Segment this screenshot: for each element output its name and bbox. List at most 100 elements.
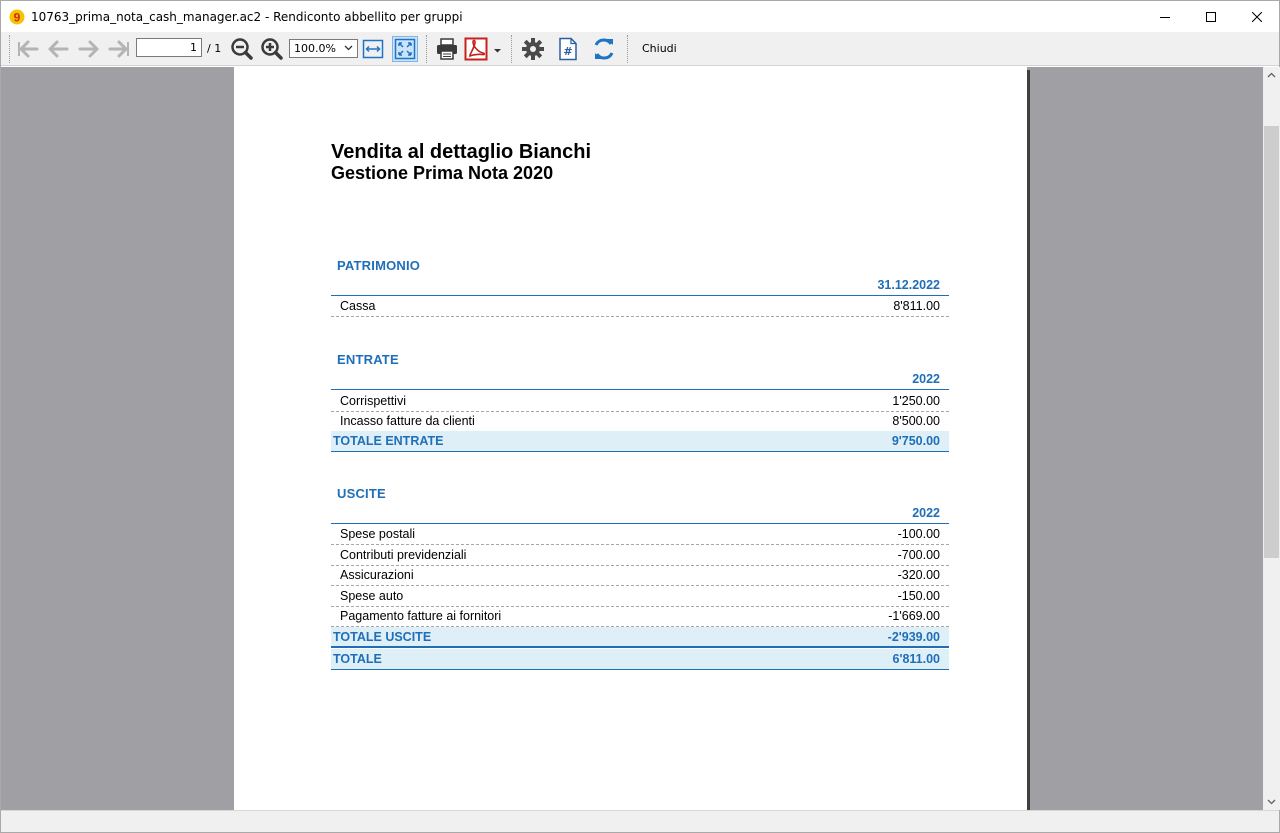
fit-page-button[interactable] <box>392 36 418 62</box>
page-number-input[interactable]: 1 <box>136 38 202 57</box>
table-row: Spese postali -100.00 <box>331 524 949 545</box>
first-page-icon <box>18 40 39 58</box>
refresh-button[interactable] <box>591 36 617 62</box>
chevron-down-icon <box>344 45 353 51</box>
grand-total-value: 6'811.00 <box>892 652 940 666</box>
vertical-scrollbar[interactable] <box>1263 67 1280 810</box>
svg-text:9: 9 <box>14 10 21 24</box>
print-icon <box>437 38 457 60</box>
zoom-out-button[interactable] <box>229 36 255 62</box>
row-label: Contributi previdenziali <box>340 548 467 562</box>
report-page: Vendita al dettaglio Bianchi Gestione Pr… <box>234 67 1027 810</box>
page-number-icon: # <box>559 37 577 61</box>
column-header-year: 2022 <box>912 372 940 386</box>
row-label: Pagamento fatture ai fornitori <box>340 609 502 623</box>
refresh-icon <box>594 38 614 60</box>
pdf-options-dropdown[interactable] <box>493 42 502 60</box>
toolbar-grip <box>9 35 12 63</box>
application-window: 9 10763_prima_nota_cash_manager.ac2 - Re… <box>0 0 1280 833</box>
table-row: Cassa 8'811.00 <box>331 296 949 317</box>
settings-button[interactable] <box>520 36 546 62</box>
last-page-icon <box>108 40 129 58</box>
report-company: Vendita al dettaglio Bianchi <box>331 141 592 163</box>
total-value: -2'939.00 <box>887 630 940 644</box>
column-header-year: 2022 <box>912 506 940 520</box>
zoom-value: 100.0% <box>294 42 336 55</box>
grand-total-row: TOTALE 6'811.00 <box>331 649 949 670</box>
zoom-in-icon <box>261 38 283 60</box>
pdf-icon <box>464 37 488 61</box>
row-value: 1'250.00 <box>892 394 940 408</box>
maximize-button[interactable] <box>1188 1 1234 32</box>
grand-total-label: TOTALE <box>333 652 382 666</box>
chevron-up-icon <box>1267 72 1276 78</box>
last-page-button[interactable] <box>106 36 132 62</box>
row-value: -700.00 <box>897 548 940 562</box>
section-title-patrimonio: PATRIMONIO <box>337 258 421 273</box>
next-page-button[interactable] <box>76 36 102 62</box>
toolbar-separator <box>511 35 514 63</box>
column-header: 31.12.2022 <box>331 275 949 296</box>
close-preview-button[interactable]: Chiudi <box>637 41 682 56</box>
row-label: Cassa <box>340 299 376 313</box>
column-header-date: 31.12.2022 <box>877 278 940 292</box>
total-row-uscite: TOTALE USCITE -2'939.00 <box>331 627 949 648</box>
row-value: -320.00 <box>897 568 940 582</box>
close-button[interactable] <box>1234 1 1280 32</box>
previous-page-button[interactable] <box>45 36 71 62</box>
total-label: TOTALE USCITE <box>333 630 432 644</box>
settings-icon <box>522 38 544 60</box>
column-header: 2022 <box>331 369 949 390</box>
chevron-down-icon <box>1267 799 1276 805</box>
minimize-icon <box>1160 16 1170 18</box>
window-title: 10763_prima_nota_cash_manager.ac2 - Rend… <box>31 9 463 24</box>
scroll-down-button[interactable] <box>1263 793 1280 810</box>
scrollbar-thumb[interactable] <box>1264 126 1279 558</box>
toolbar-separator <box>627 35 630 63</box>
next-page-icon <box>78 40 99 58</box>
fit-page-icon <box>394 38 416 60</box>
row-label: Spese auto <box>340 589 404 603</box>
section-title-uscite: USCITE <box>337 486 386 501</box>
status-bar <box>1 810 1279 832</box>
total-row-entrate: TOTALE ENTRATE 9'750.00 <box>331 431 949 452</box>
first-page-button[interactable] <box>15 36 41 62</box>
fit-width-icon <box>362 39 384 59</box>
report-subtitle: Gestione Prima Nota 2020 <box>331 163 554 183</box>
title-bar: 9 10763_prima_nota_cash_manager.ac2 - Re… <box>1 1 1279 32</box>
svg-text:#: # <box>563 45 572 58</box>
fit-width-button[interactable] <box>360 36 386 62</box>
row-label: Incasso fatture da clienti <box>340 414 475 428</box>
row-value: -100.00 <box>897 527 940 541</box>
row-label: Assicurazioni <box>340 568 414 582</box>
column-header: 2022 <box>331 503 949 524</box>
document-viewer[interactable]: Vendita al dettaglio Bianchi Gestione Pr… <box>1 67 1263 810</box>
toolbar: 1 / 1 100.0% # Chiudi <box>1 32 1279 66</box>
page-total-label: / 1 <box>207 42 222 55</box>
table-row: Incasso fatture da clienti 8'500.00 <box>331 411 949 432</box>
total-value: 9'750.00 <box>891 434 940 448</box>
zoom-select[interactable]: 100.0% <box>289 39 358 58</box>
row-label: Spese postali <box>340 527 416 541</box>
maximize-icon <box>1206 11 1216 22</box>
zoom-out-icon <box>231 38 253 60</box>
minimize-button[interactable] <box>1142 1 1188 32</box>
table-row: Pagamento fatture ai fornitori -1'669.00 <box>331 606 949 627</box>
toolbar-separator <box>426 35 429 63</box>
page-number-button[interactable]: # <box>555 36 581 62</box>
zoom-in-button[interactable] <box>259 36 285 62</box>
row-label: Corrispettivi <box>340 394 406 408</box>
row-value: -1'669.00 <box>888 609 940 623</box>
print-button[interactable] <box>434 36 460 62</box>
total-label: TOTALE ENTRATE <box>333 434 444 448</box>
row-value: 8'811.00 <box>893 299 940 313</box>
table-row: Corrispettivi 1'250.00 <box>331 391 949 412</box>
row-value: 8'500.00 <box>892 414 940 428</box>
close-icon <box>1252 11 1262 22</box>
section-title-entrate: ENTRATE <box>337 352 399 367</box>
pdf-export-button[interactable] <box>464 36 490 62</box>
row-value: -150.00 <box>897 589 940 603</box>
scroll-up-button[interactable] <box>1263 67 1280 84</box>
previous-page-icon <box>48 40 69 58</box>
table-row: Contributi previdenziali -700.00 <box>331 545 949 566</box>
